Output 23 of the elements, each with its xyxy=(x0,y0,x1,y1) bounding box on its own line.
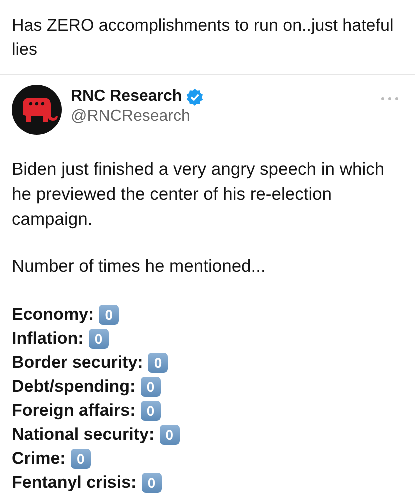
post-paragraph: Biden just finished a very angry speech in which he previewed the center of his re-election campaign. xyxy=(12,158,386,231)
quoted-post-card[interactable] xyxy=(0,74,415,495)
topic-label: Foreign affairs: xyxy=(12,401,136,421)
keycap-count: 0 xyxy=(88,329,109,349)
avatar-elephant-icon[interactable] xyxy=(12,85,62,135)
keycap-count: 0 xyxy=(142,473,162,493)
keycap-count: 0 xyxy=(99,305,120,325)
topic-label: Inflation: xyxy=(12,329,84,349)
keycap-count: 0 xyxy=(140,377,161,397)
topic-label: Border security: xyxy=(12,353,144,373)
keycap-count: 0 xyxy=(148,353,168,373)
topic-label: Crime: xyxy=(12,449,66,469)
topic-label: Economy: xyxy=(12,305,94,325)
topic-label: Debt/spending: xyxy=(12,377,136,397)
author-name[interactable]: RNC Research xyxy=(71,87,182,107)
keycap-count: 0 xyxy=(160,425,180,445)
topic-label: National security: xyxy=(12,425,155,445)
topic-label: Fentanyl crisis: xyxy=(12,473,137,493)
post-paragraph: Number of times he mentioned... xyxy=(12,255,267,278)
keycap-count: 0 xyxy=(140,401,161,421)
keycap-count: 0 xyxy=(70,449,91,469)
author-handle[interactable]: @RNCResearch xyxy=(71,107,372,127)
post-text: Has ZERO accomplishments to run on..just hateful lies xyxy=(11,15,395,61)
